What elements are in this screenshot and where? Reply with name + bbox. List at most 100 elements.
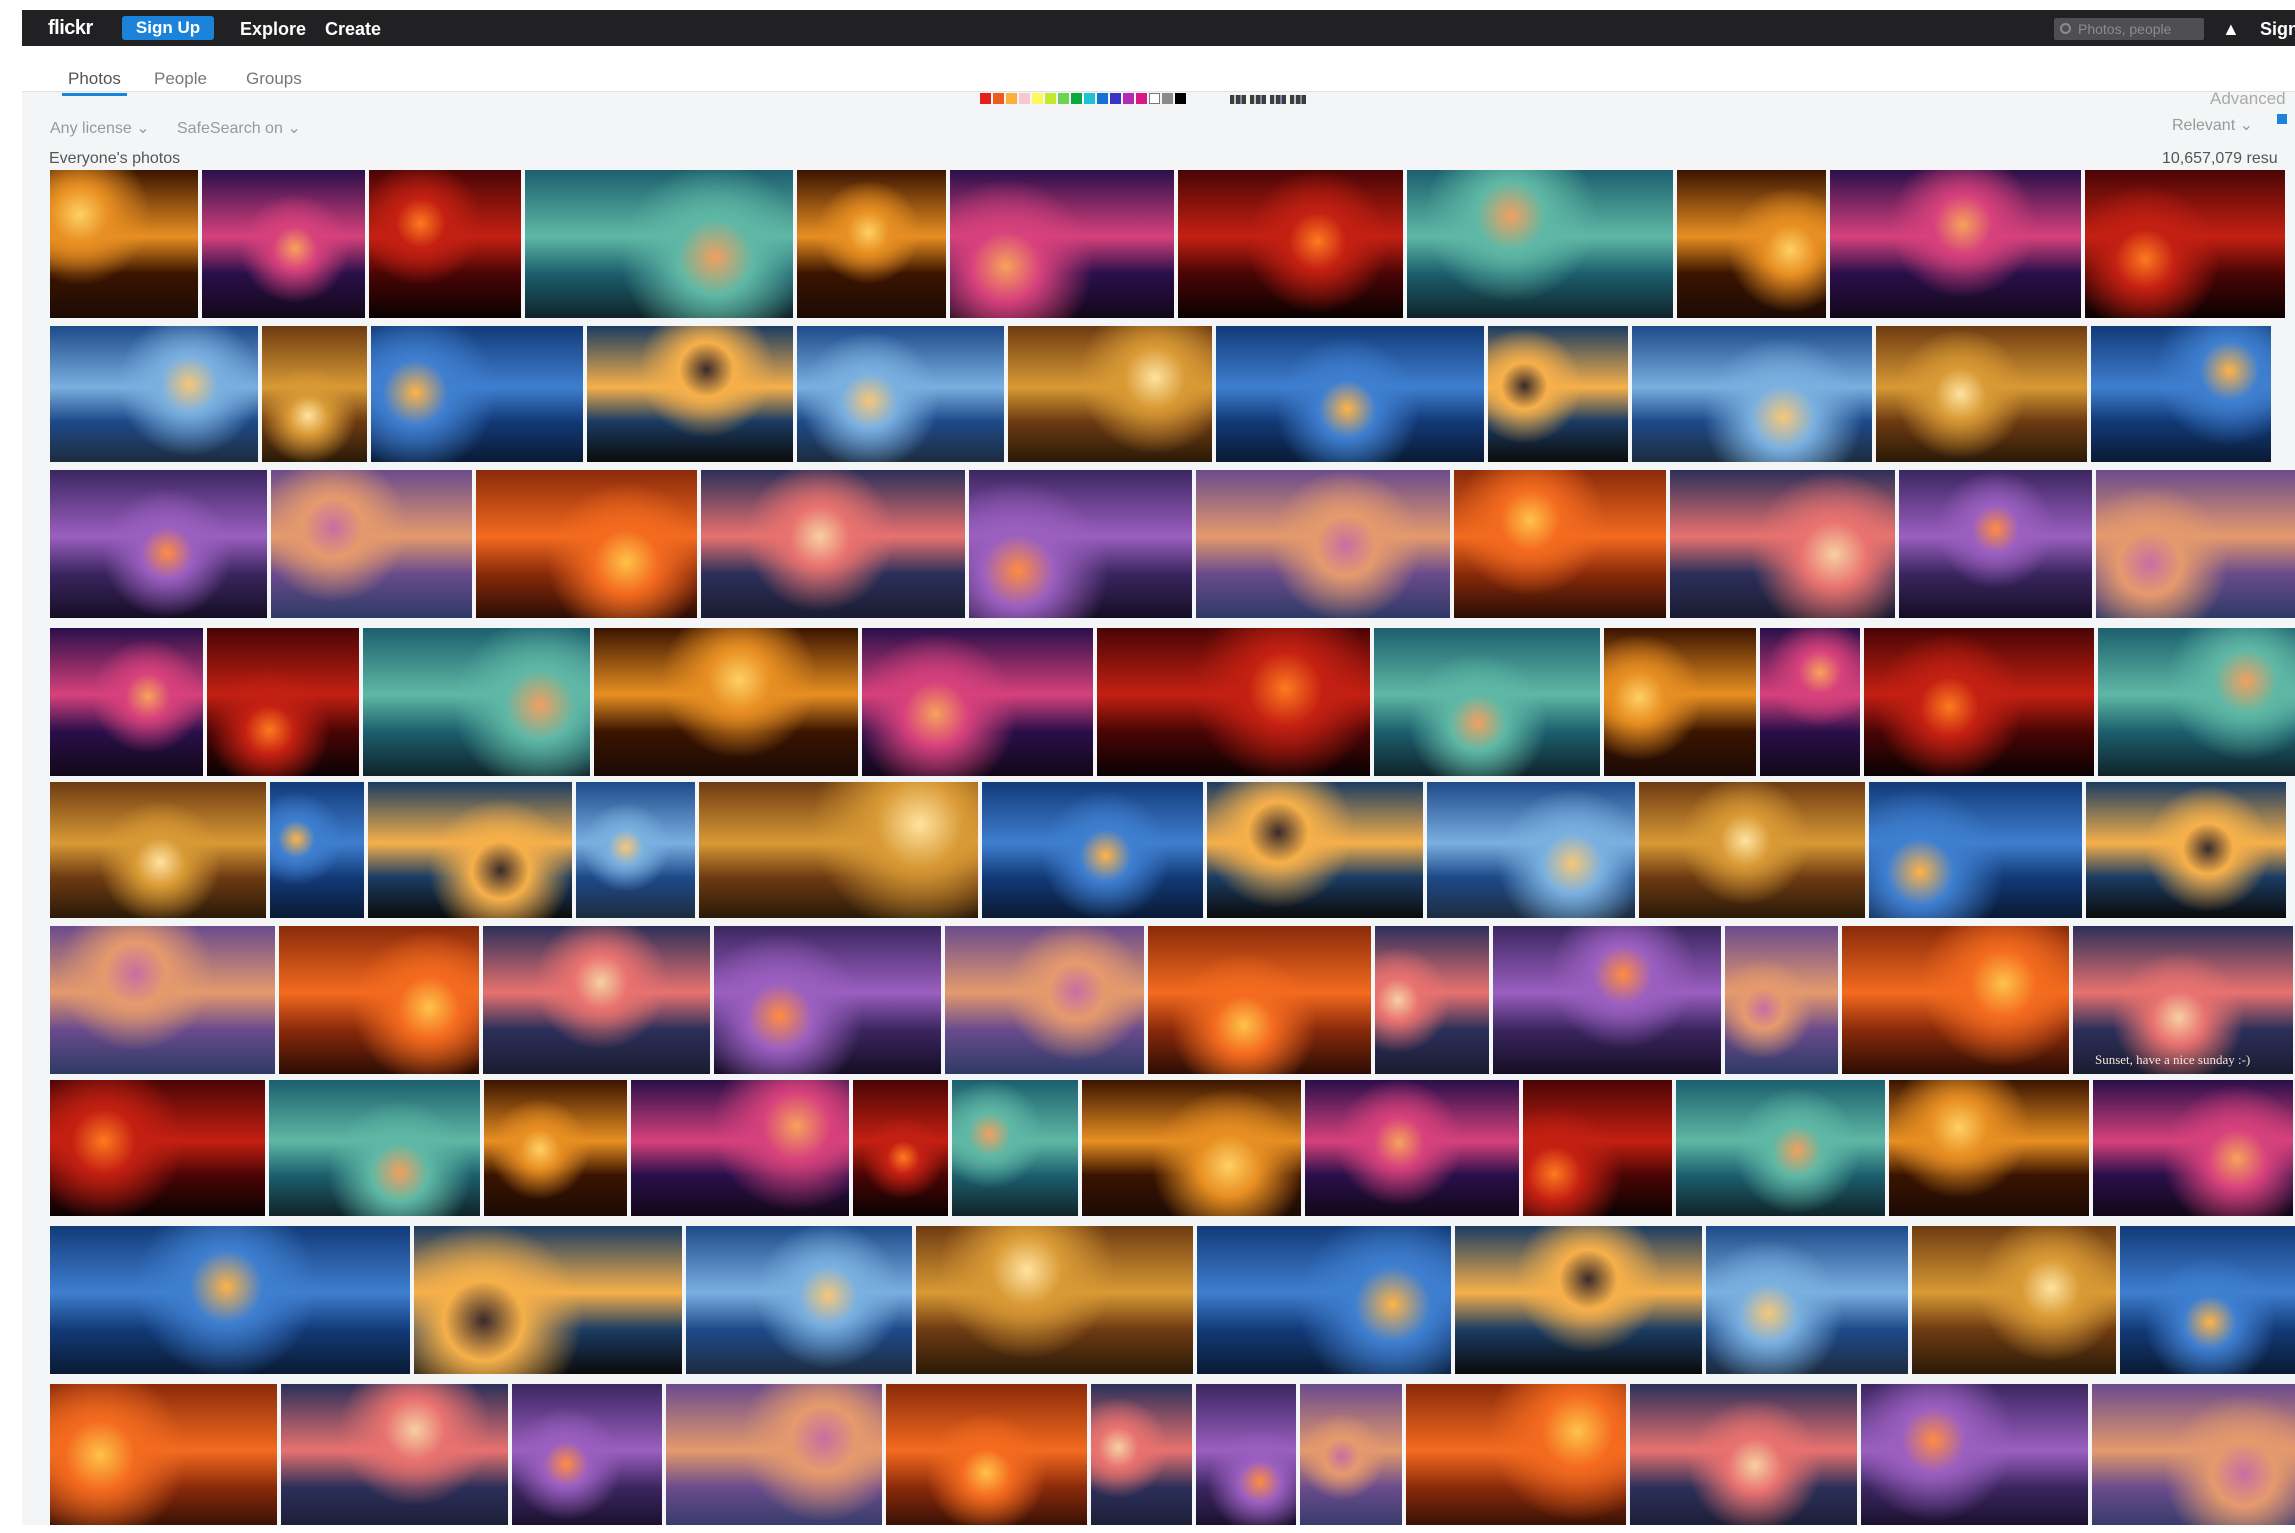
photo-thumbnail[interactable] [363,628,590,776]
photo-thumbnail[interactable] [1493,926,1721,1074]
color-swatch[interactable] [1110,93,1121,104]
color-swatch[interactable] [1149,93,1160,104]
photo-thumbnail[interactable] [1830,170,2081,318]
photo-thumbnail[interactable] [1455,1226,1702,1374]
photo-thumbnail[interactable] [2085,170,2285,318]
color-swatch[interactable] [1019,93,1030,104]
photo-thumbnail[interactable] [1639,782,1865,918]
photo-thumbnail[interactable] [1760,628,1860,776]
photo-thumbnail[interactable] [2086,782,2286,918]
photo-thumbnail[interactable] [202,170,365,318]
color-swatch[interactable] [1162,93,1173,104]
signin-link[interactable]: Sign [2260,19,2295,40]
photo-thumbnail[interactable] [797,326,1004,462]
color-swatch[interactable] [1032,93,1043,104]
photo-thumbnail[interactable] [50,326,258,462]
photo-thumbnail[interactable] [1300,1384,1402,1525]
photo-thumbnail[interactable] [525,170,793,318]
minimalist-style-icon[interactable] [1250,95,1266,104]
photo-thumbnail[interactable] [2096,470,2295,618]
photo-thumbnail[interactable] [476,470,697,618]
photo-thumbnail[interactable] [952,1080,1078,1216]
photo-thumbnail[interactable] [853,1080,948,1216]
color-swatch[interactable] [1175,93,1186,104]
photo-thumbnail[interactable] [797,170,946,318]
photo-thumbnail[interactable] [631,1080,849,1216]
photo-thumbnail[interactable] [270,782,364,918]
upload-icon[interactable]: ▲ [2222,20,2240,38]
photo-thumbnail[interactable] [1632,326,1872,462]
photo-thumbnail[interactable] [2091,326,2271,462]
photo-thumbnail[interactable] [2093,1080,2293,1216]
photo-thumbnail[interactable] [371,326,583,462]
black-white-style-icon[interactable] [1270,95,1286,104]
photo-thumbnail[interactable] [1216,326,1484,462]
color-swatch[interactable] [1136,93,1147,104]
photo-thumbnail[interactable] [916,1226,1193,1374]
photo-thumbnail[interactable] [1082,1080,1301,1216]
photo-thumbnail[interactable] [886,1384,1087,1525]
photo-thumbnail[interactable] [950,170,1174,318]
pattern-style-icon[interactable] [1290,95,1306,104]
advanced-link[interactable]: Advanced [2210,89,2286,109]
photo-thumbnail[interactable] [50,926,275,1074]
photo-thumbnail[interactable] [1305,1080,1519,1216]
photo-thumbnail[interactable] [512,1384,662,1525]
photo-thumbnail[interactable] [207,628,359,776]
photo-thumbnail[interactable] [1706,1226,1908,1374]
photo-thumbnail[interactable] [969,470,1192,618]
nav-explore[interactable]: Explore [240,19,306,40]
photo-thumbnail[interactable] [1091,1384,1192,1525]
photo-thumbnail[interactable] [1374,628,1600,776]
color-swatch[interactable] [1071,93,1082,104]
photo-thumbnail[interactable] [1375,926,1489,1074]
photo-thumbnail[interactable] [1196,470,1450,618]
photo-thumbnail[interactable] [50,628,203,776]
color-swatch[interactable] [1058,93,1069,104]
photo-thumbnail[interactable] [1676,1080,1885,1216]
color-swatch[interactable] [1097,93,1108,104]
photo-thumbnail[interactable] [1842,926,2069,1074]
color-swatch[interactable] [980,93,991,104]
photo-thumbnail[interactable] [701,470,965,618]
photo-thumbnail[interactable] [50,170,198,318]
photo-thumbnail[interactable] [699,782,978,918]
depth-of-field-style-icon[interactable] [1230,95,1246,104]
photo-thumbnail[interactable] [269,1080,480,1216]
color-swatch[interactable] [1084,93,1095,104]
photo-thumbnail[interactable] [1207,782,1423,918]
color-swatch[interactable] [993,93,1004,104]
photo-thumbnail[interactable] [862,628,1093,776]
photo-thumbnail[interactable] [2098,628,2295,776]
photo-thumbnail[interactable] [1197,1226,1451,1374]
photo-thumbnail[interactable] [1725,926,1838,1074]
safesearch-dropdown[interactable]: SafeSearch on ⌄ [177,118,301,138]
tab-people[interactable]: People [154,69,207,89]
flickr-logo[interactable]: flickr [48,17,93,40]
signup-button[interactable]: Sign Up [122,16,214,40]
photo-thumbnail[interactable] [1178,170,1403,318]
photo-thumbnail[interactable] [50,470,267,618]
photo-thumbnail[interactable] [1670,470,1895,618]
photo-thumbnail[interactable] [2120,1226,2295,1374]
photo-thumbnail[interactable] [594,628,858,776]
photo-thumbnail[interactable] [587,326,793,462]
photo-thumbnail[interactable] [279,926,479,1074]
photo-thumbnail[interactable] [686,1226,912,1374]
photo-thumbnail[interactable] [271,470,472,618]
photo-thumbnail[interactable] [1869,782,2082,918]
photo-thumbnail[interactable] [50,1384,277,1525]
photo-thumbnail[interactable] [714,926,941,1074]
photo-thumbnail[interactable] [50,782,266,918]
search-input[interactable]: Photos, people [2054,18,2204,40]
color-swatch[interactable] [1123,93,1134,104]
license-dropdown[interactable]: Any license ⌄ [50,118,150,138]
photo-thumbnail[interactable] [484,1080,627,1216]
sort-dropdown[interactable]: Relevant ⌄ [2172,115,2253,135]
photo-thumbnail[interactable] [1861,1384,2088,1525]
tab-photos[interactable]: Photos [62,69,127,96]
photo-thumbnail[interactable] [1899,470,2092,618]
photo-thumbnail[interactable] [483,926,710,1074]
photo-thumbnail[interactable] [1876,326,2087,462]
photo-thumbnail[interactable] [982,782,1203,918]
